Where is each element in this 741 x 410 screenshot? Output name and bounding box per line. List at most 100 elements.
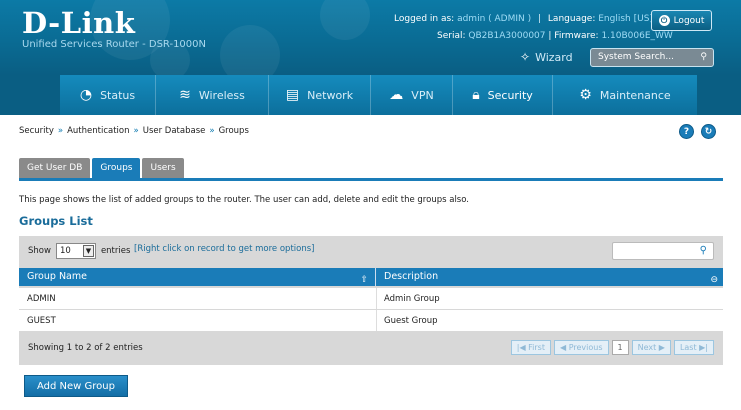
- column-header-description[interactable]: Description ⊖: [376, 268, 723, 286]
- divider: |: [548, 31, 552, 41]
- monitor-icon: ▤: [285, 87, 300, 103]
- column-header-label: Group Name: [27, 271, 87, 282]
- nav-item-vpn[interactable]: ☁ VPN: [371, 75, 453, 115]
- tab-users[interactable]: Users: [142, 158, 184, 178]
- breadcrumb-separator: »: [57, 126, 64, 136]
- magic-wand-icon: ✧: [520, 50, 531, 64]
- firmware-value: 1.10B006E_WW: [601, 31, 673, 41]
- previous-label: Previous: [568, 343, 603, 352]
- entries-value: 10: [59, 246, 71, 256]
- first-label: First: [528, 343, 545, 352]
- first-page-button[interactable]: |◀ First: [510, 340, 551, 355]
- show-label: Show: [28, 246, 51, 256]
- table-search-input[interactable]: ⚲: [612, 242, 714, 260]
- logged-in-label: Logged in as:: [394, 14, 455, 24]
- add-new-group-button[interactable]: Add New Group: [24, 375, 128, 397]
- column-divider: [376, 288, 377, 309]
- breadcrumb-separator: »: [133, 126, 139, 136]
- breadcrumb-item[interactable]: Authentication: [67, 126, 129, 136]
- nav-item-maintenance[interactable]: ⚙ Maintenance: [553, 75, 697, 115]
- firmware-label: Firmware:: [554, 31, 599, 41]
- sort-up-icon[interactable]: ⇧: [360, 271, 368, 289]
- wizard-label: Wizard: [535, 50, 573, 64]
- nav-item-security[interactable]: 🔒︎ Security: [453, 75, 553, 115]
- nav-label: VPN: [411, 88, 434, 102]
- tab-groups[interactable]: Groups: [92, 158, 141, 178]
- entries-select[interactable]: 10 ▼: [55, 243, 96, 259]
- tab-underline: [19, 178, 723, 181]
- column-divider: [376, 310, 377, 331]
- wizard-link[interactable]: ✧ Wizard: [520, 50, 573, 64]
- breadcrumb-separator: »: [209, 126, 215, 136]
- page-1-button[interactable]: 1: [611, 340, 629, 355]
- page-title: Groups List: [19, 214, 93, 228]
- column-header-label: Description: [384, 271, 439, 282]
- nav-label: Network: [307, 88, 354, 102]
- breadcrumb-item[interactable]: Security: [19, 126, 54, 136]
- nav-label: Security: [487, 88, 533, 102]
- page-description: This page shows the list of added groups…: [19, 195, 469, 205]
- entries-label: entries: [100, 246, 131, 256]
- group-description-cell: Admin Group: [384, 294, 440, 304]
- decor-bubble: [320, 0, 370, 40]
- main-nav-bar: ◔ Status ≋ Wireless ▤ Network ☁ VPN 🔒︎ S…: [60, 75, 697, 115]
- search-icon: ⚲: [699, 245, 707, 256]
- group-description-cell: Guest Group: [384, 316, 438, 326]
- main-nav: ◔ Status ≋ Wireless ▤ Network ☁ VPN 🔒︎ S…: [0, 75, 741, 115]
- tab-get-user-db[interactable]: Get User DB: [19, 158, 91, 178]
- sort-toggle-icon[interactable]: ⊖: [710, 271, 718, 289]
- breadcrumb: Security» Authentication» User Database» Gr…: [19, 126, 249, 136]
- nav-label: Maintenance: [599, 88, 671, 102]
- column-header-group-name[interactable]: Group Name ⇧: [19, 268, 376, 286]
- main-content: Security» Authentication» User Database» Gr…: [0, 115, 741, 410]
- pagination: |◀ First ◀ Previous 1 Next ▶ Last ▶|: [510, 340, 714, 355]
- language-value[interactable]: English [US]: [598, 14, 653, 24]
- table-row[interactable]: GUEST Guest Group: [19, 310, 723, 331]
- nav-item-network[interactable]: ▤ Network: [269, 75, 371, 115]
- logged-in-user: admin ( ADMIN ): [457, 14, 532, 24]
- lock-icon: 🔒︎: [472, 87, 480, 103]
- decor-bubble: [220, 25, 280, 75]
- power-icon: ⏻: [658, 15, 670, 26]
- header-banner: D-Link Unified Services Router - DSR-100…: [0, 0, 741, 75]
- breadcrumb-item-current: Groups: [218, 126, 249, 136]
- refresh-icon[interactable]: ↻: [701, 124, 716, 139]
- group-name-cell: ADMIN: [27, 294, 56, 304]
- chevron-down-icon: ▼: [82, 245, 94, 257]
- serial-value: QB2B1A3000007: [468, 31, 546, 41]
- device-info: Serial: QB2B1A3000007 | Firmware: 1.10B0…: [437, 31, 673, 41]
- next-label: Next: [637, 343, 657, 352]
- cloud-lock-icon: ☁: [389, 87, 404, 103]
- login-info: Logged in as: admin ( ADMIN ) | Language…: [394, 14, 653, 24]
- help-icon[interactable]: ?: [679, 124, 694, 139]
- system-search-input[interactable]: System Search... ⚲: [590, 48, 714, 67]
- nav-item-status[interactable]: ◔ Status: [60, 75, 156, 115]
- last-page-button[interactable]: Last ▶|: [673, 340, 714, 355]
- nav-label: Wireless: [198, 88, 245, 102]
- table-row[interactable]: ADMIN Admin Group: [19, 288, 723, 309]
- context-hint: [Right click on record to get more optio…: [134, 244, 315, 254]
- group-name-cell: GUEST: [27, 316, 56, 326]
- serial-label: Serial:: [437, 31, 466, 41]
- gear-icon: ⚙: [579, 87, 592, 103]
- wifi-icon: ≋: [179, 87, 191, 103]
- tab-bar: Get User DB Groups Users: [19, 158, 184, 178]
- language-label: Language:: [547, 14, 596, 24]
- dashboard-icon: ◔: [79, 87, 93, 103]
- table-header: Group Name ⇧ Description ⊖: [19, 268, 723, 286]
- logout-button[interactable]: ⏻ Logout: [651, 10, 712, 31]
- nav-item-wireless[interactable]: ≋ Wireless: [156, 75, 269, 115]
- entries-control: Show 10 ▼ entries: [28, 243, 130, 259]
- previous-page-button[interactable]: ◀ Previous: [553, 340, 609, 355]
- next-page-button[interactable]: Next ▶: [631, 340, 671, 355]
- logout-label: Logout: [673, 15, 705, 26]
- nav-label: Status: [100, 88, 136, 102]
- search-placeholder: System Search...: [598, 52, 674, 62]
- table-info: Showing 1 to 2 of 2 entries: [28, 343, 143, 353]
- breadcrumb-item[interactable]: User Database: [143, 126, 206, 136]
- last-label: Last: [679, 343, 697, 352]
- search-icon[interactable]: ⚲: [700, 49, 707, 66]
- dlink-logo: D-Link: [22, 6, 136, 40]
- groups-table: Show 10 ▼ entries [Right click on record…: [19, 236, 723, 365]
- product-subtitle: Unified Services Router - DSR-1000N: [22, 39, 206, 50]
